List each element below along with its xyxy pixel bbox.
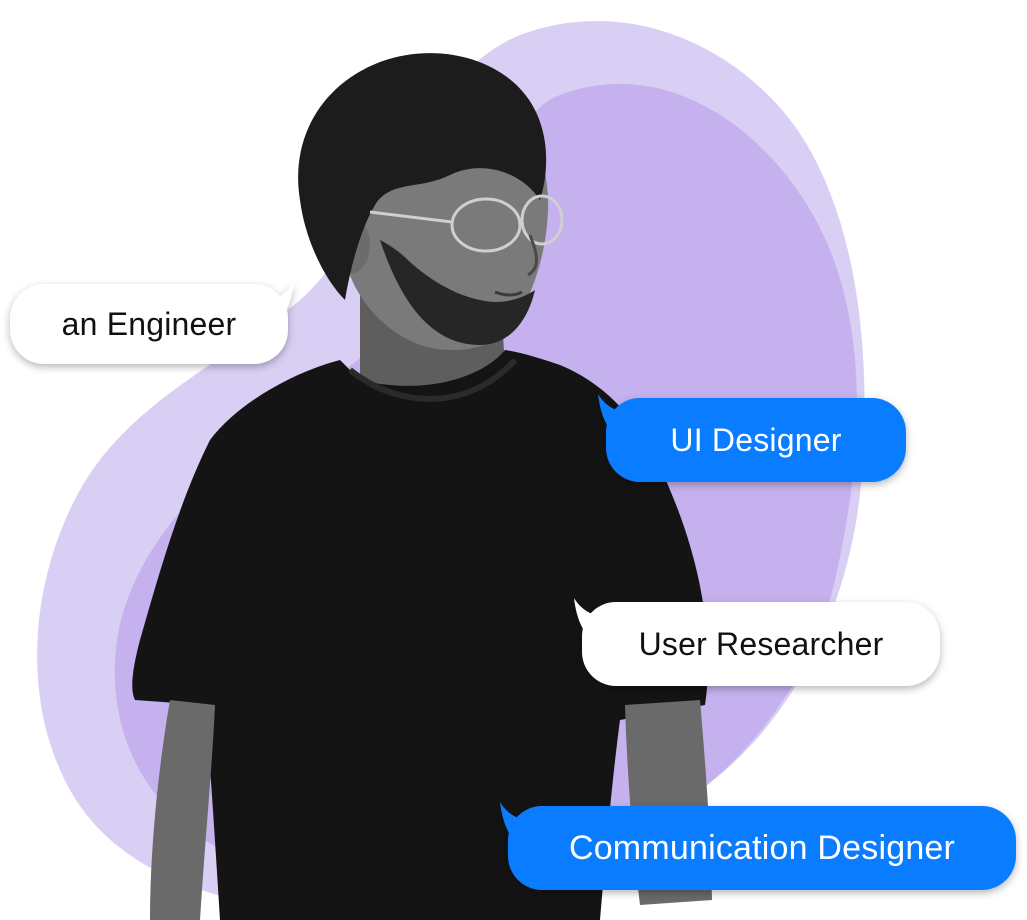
ui-designer-bubble: UI Designer [598, 394, 906, 482]
engineer-bubble: an Engineer [10, 282, 294, 364]
communication-designer-bubble: Communication Designer [500, 802, 1016, 890]
engineer-label: an Engineer [61, 305, 237, 342]
hero-illustration: an Engineer UI Designer User Researcher … [0, 0, 1027, 920]
bubble-tail-icon [598, 394, 632, 434]
user-researcher-bubble: User Researcher [574, 598, 940, 686]
bubble-tail-icon [500, 802, 534, 842]
ui-designer-label: UI Designer [670, 421, 842, 458]
bubble-tail-icon [574, 598, 608, 638]
left-arm [150, 700, 215, 920]
user-researcher-label: User Researcher [638, 625, 884, 662]
bubble-tail-icon [260, 282, 294, 322]
communication-designer-label: Communication Designer [568, 828, 956, 867]
